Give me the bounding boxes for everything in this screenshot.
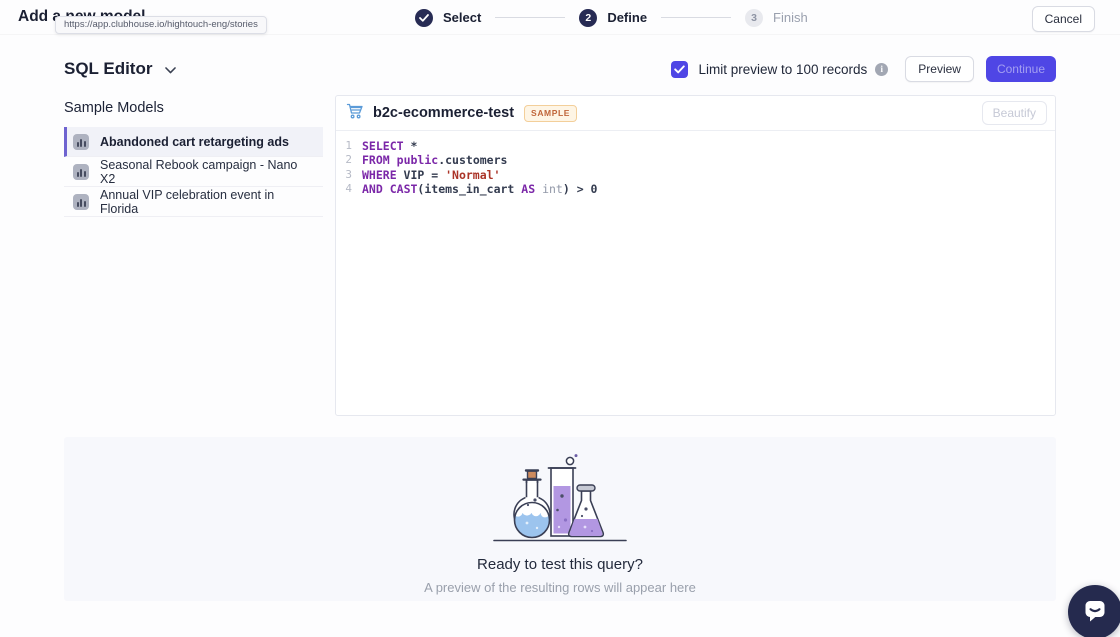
limit-label: Limit preview to 100 records: [698, 62, 867, 77]
url-tooltip: https://app.clubhouse.io/hightouch-eng/s…: [55, 16, 267, 34]
editor-type-dropdown[interactable]: SQL Editor: [64, 59, 176, 79]
step-number: 3: [745, 9, 763, 27]
limit-checkbox[interactable]: [671, 61, 688, 78]
model-label: Annual VIP celebration event in Florida: [100, 188, 313, 216]
sidebar-item-model[interactable]: Annual VIP celebration event in Florida: [64, 187, 323, 217]
preview-title: Ready to test this query?: [477, 556, 643, 573]
bar-chart-icon: [73, 134, 89, 150]
model-label: Abandoned cart retargeting ads: [100, 135, 289, 149]
line-number: 3: [336, 168, 352, 182]
sidebar-item-model[interactable]: Seasonal Rebook campaign - Nano X2: [64, 157, 323, 187]
sample-badge: SAMPLE: [524, 105, 577, 122]
step-label: Select: [443, 10, 481, 25]
sample-models-sidebar: Sample Models Abandoned cart retargeting…: [64, 100, 323, 217]
model-list: Abandoned cart retargeting ads Seasonal R…: [64, 127, 323, 217]
line-number: 4: [336, 182, 352, 196]
preview-subtitle: A preview of the resulting rows will app…: [424, 580, 696, 595]
step-label: Define: [607, 10, 647, 25]
info-icon[interactable]: i: [875, 63, 888, 76]
bar-chart-icon: [73, 164, 89, 180]
code-line: 3WHERE VIP = 'Normal': [336, 168, 1055, 182]
step-define[interactable]: 2 Define: [579, 9, 647, 27]
sql-code-editor[interactable]: 1SELECT *2FROM public.customers3WHERE VI…: [336, 131, 1055, 204]
chevron-down-icon: [165, 59, 176, 79]
line-number: 2: [336, 153, 352, 167]
model-name: b2c-ecommerce-test: [373, 105, 514, 121]
check-icon: [415, 9, 433, 27]
stepper: Select 2 Define 3 Finish: [415, 0, 808, 35]
step-select[interactable]: Select: [415, 9, 481, 27]
editor-type-label: SQL Editor: [64, 59, 152, 79]
chat-bubble-icon: [1081, 596, 1109, 629]
sidebar-heading: Sample Models: [64, 100, 323, 116]
sidebar-item-model[interactable]: Abandoned cart retargeting ads: [64, 127, 323, 157]
shopping-cart-icon: [346, 102, 364, 125]
code-line: 2FROM public.customers: [336, 153, 1055, 167]
line-number: 1: [336, 139, 352, 153]
sql-panel-header: b2c-ecommerce-test SAMPLE Beautify: [336, 96, 1055, 131]
cancel-button[interactable]: Cancel: [1032, 6, 1095, 32]
step-divider: [495, 17, 565, 18]
code-line: 4AND CAST(items_in_cart AS int) > 0: [336, 182, 1055, 196]
sql-editor-panel: b2c-ecommerce-test SAMPLE Beautify 1SELE…: [335, 95, 1056, 416]
step-label: Finish: [773, 10, 808, 25]
preview-controls: Limit preview to 100 records i Preview C…: [671, 56, 1056, 82]
beautify-button[interactable]: Beautify: [982, 101, 1047, 125]
chat-launcher-button[interactable]: [1068, 585, 1120, 637]
step-finish[interactable]: 3 Finish: [745, 9, 808, 27]
query-preview-panel: Ready to test this query? A preview of t…: [64, 437, 1056, 601]
toolbar-row: SQL Editor Limit preview to 100 records …: [64, 53, 1056, 85]
flasks-illustration: [485, 453, 635, 550]
step-number: 2: [579, 9, 597, 27]
preview-button[interactable]: Preview: [905, 56, 974, 82]
bar-chart-icon: [73, 194, 89, 210]
code-line: 1SELECT *: [336, 139, 1055, 153]
continue-button[interactable]: Continue: [986, 56, 1056, 82]
model-label: Seasonal Rebook campaign - Nano X2: [100, 158, 313, 186]
step-divider: [661, 17, 731, 18]
